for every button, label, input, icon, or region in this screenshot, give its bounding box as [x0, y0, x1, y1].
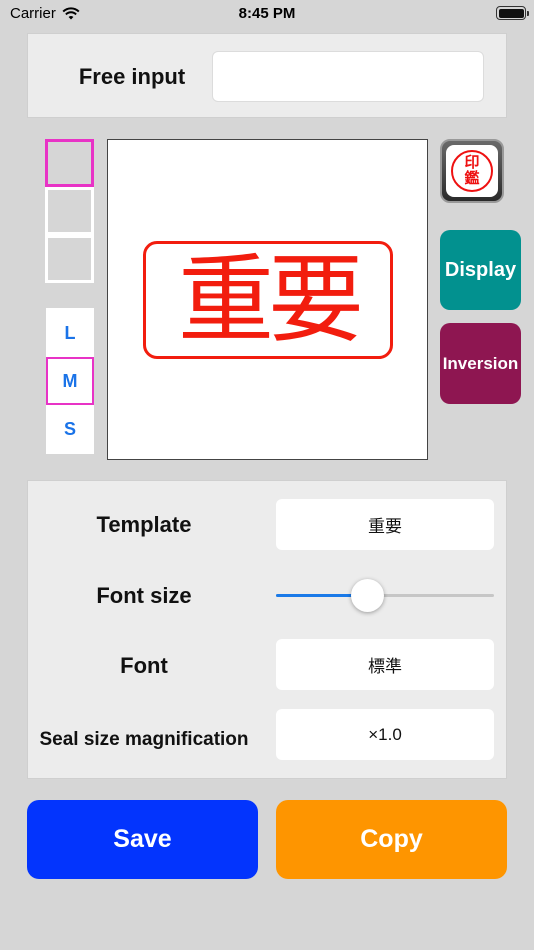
clock: 8:45 PM [238, 5, 296, 22]
size-l-button[interactable]: L [46, 309, 94, 357]
color-swatch-blue[interactable] [45, 187, 94, 235]
settings-panel: Template 重要 Font size Font 標準 Seal size … [27, 480, 507, 779]
font-size-label: Font size [96, 583, 192, 608]
free-input-panel: Free input [27, 33, 507, 118]
seal-size-label: Seal size magnification [39, 729, 249, 750]
seal-icon: 印 鑑 [446, 145, 498, 197]
stamp-size-selector: L M S [46, 308, 94, 454]
seal-char-2: 鑑 [464, 170, 480, 187]
stamp-text: 重要 [178, 244, 364, 356]
color-swatch-black[interactable] [45, 235, 94, 283]
seal-size-selector[interactable]: ×1.0 [276, 709, 494, 760]
font-label: Font [120, 653, 168, 678]
template-selector[interactable]: 重要 [276, 499, 494, 550]
stamp-frame: 重要 [143, 241, 393, 359]
display-button[interactable]: Display [440, 230, 521, 310]
slider-thumb[interactable] [351, 579, 385, 612]
free-input-label: Free input [78, 63, 186, 89]
copy-button[interactable]: Copy [276, 800, 507, 879]
save-button[interactable]: Save [27, 800, 258, 879]
status-bar: Carrier 8:45 PM [0, 0, 534, 28]
size-s-button[interactable]: S [46, 405, 94, 453]
battery-icon [496, 6, 529, 20]
inversion-button[interactable]: Inversion [440, 323, 521, 404]
font-selector[interactable]: 標準 [276, 639, 494, 690]
size-m-button[interactable]: M [46, 357, 94, 405]
color-swatch-red[interactable] [45, 139, 94, 187]
free-input-field[interactable] [212, 51, 484, 102]
seal-char-1: 印 [464, 154, 480, 171]
template-label: Template [96, 512, 192, 537]
seal-circle: 印 鑑 [451, 150, 493, 192]
font-size-slider[interactable] [276, 579, 494, 613]
stamp-preview: 重要 [107, 139, 428, 460]
seal-button[interactable]: 印 鑑 [440, 139, 504, 203]
